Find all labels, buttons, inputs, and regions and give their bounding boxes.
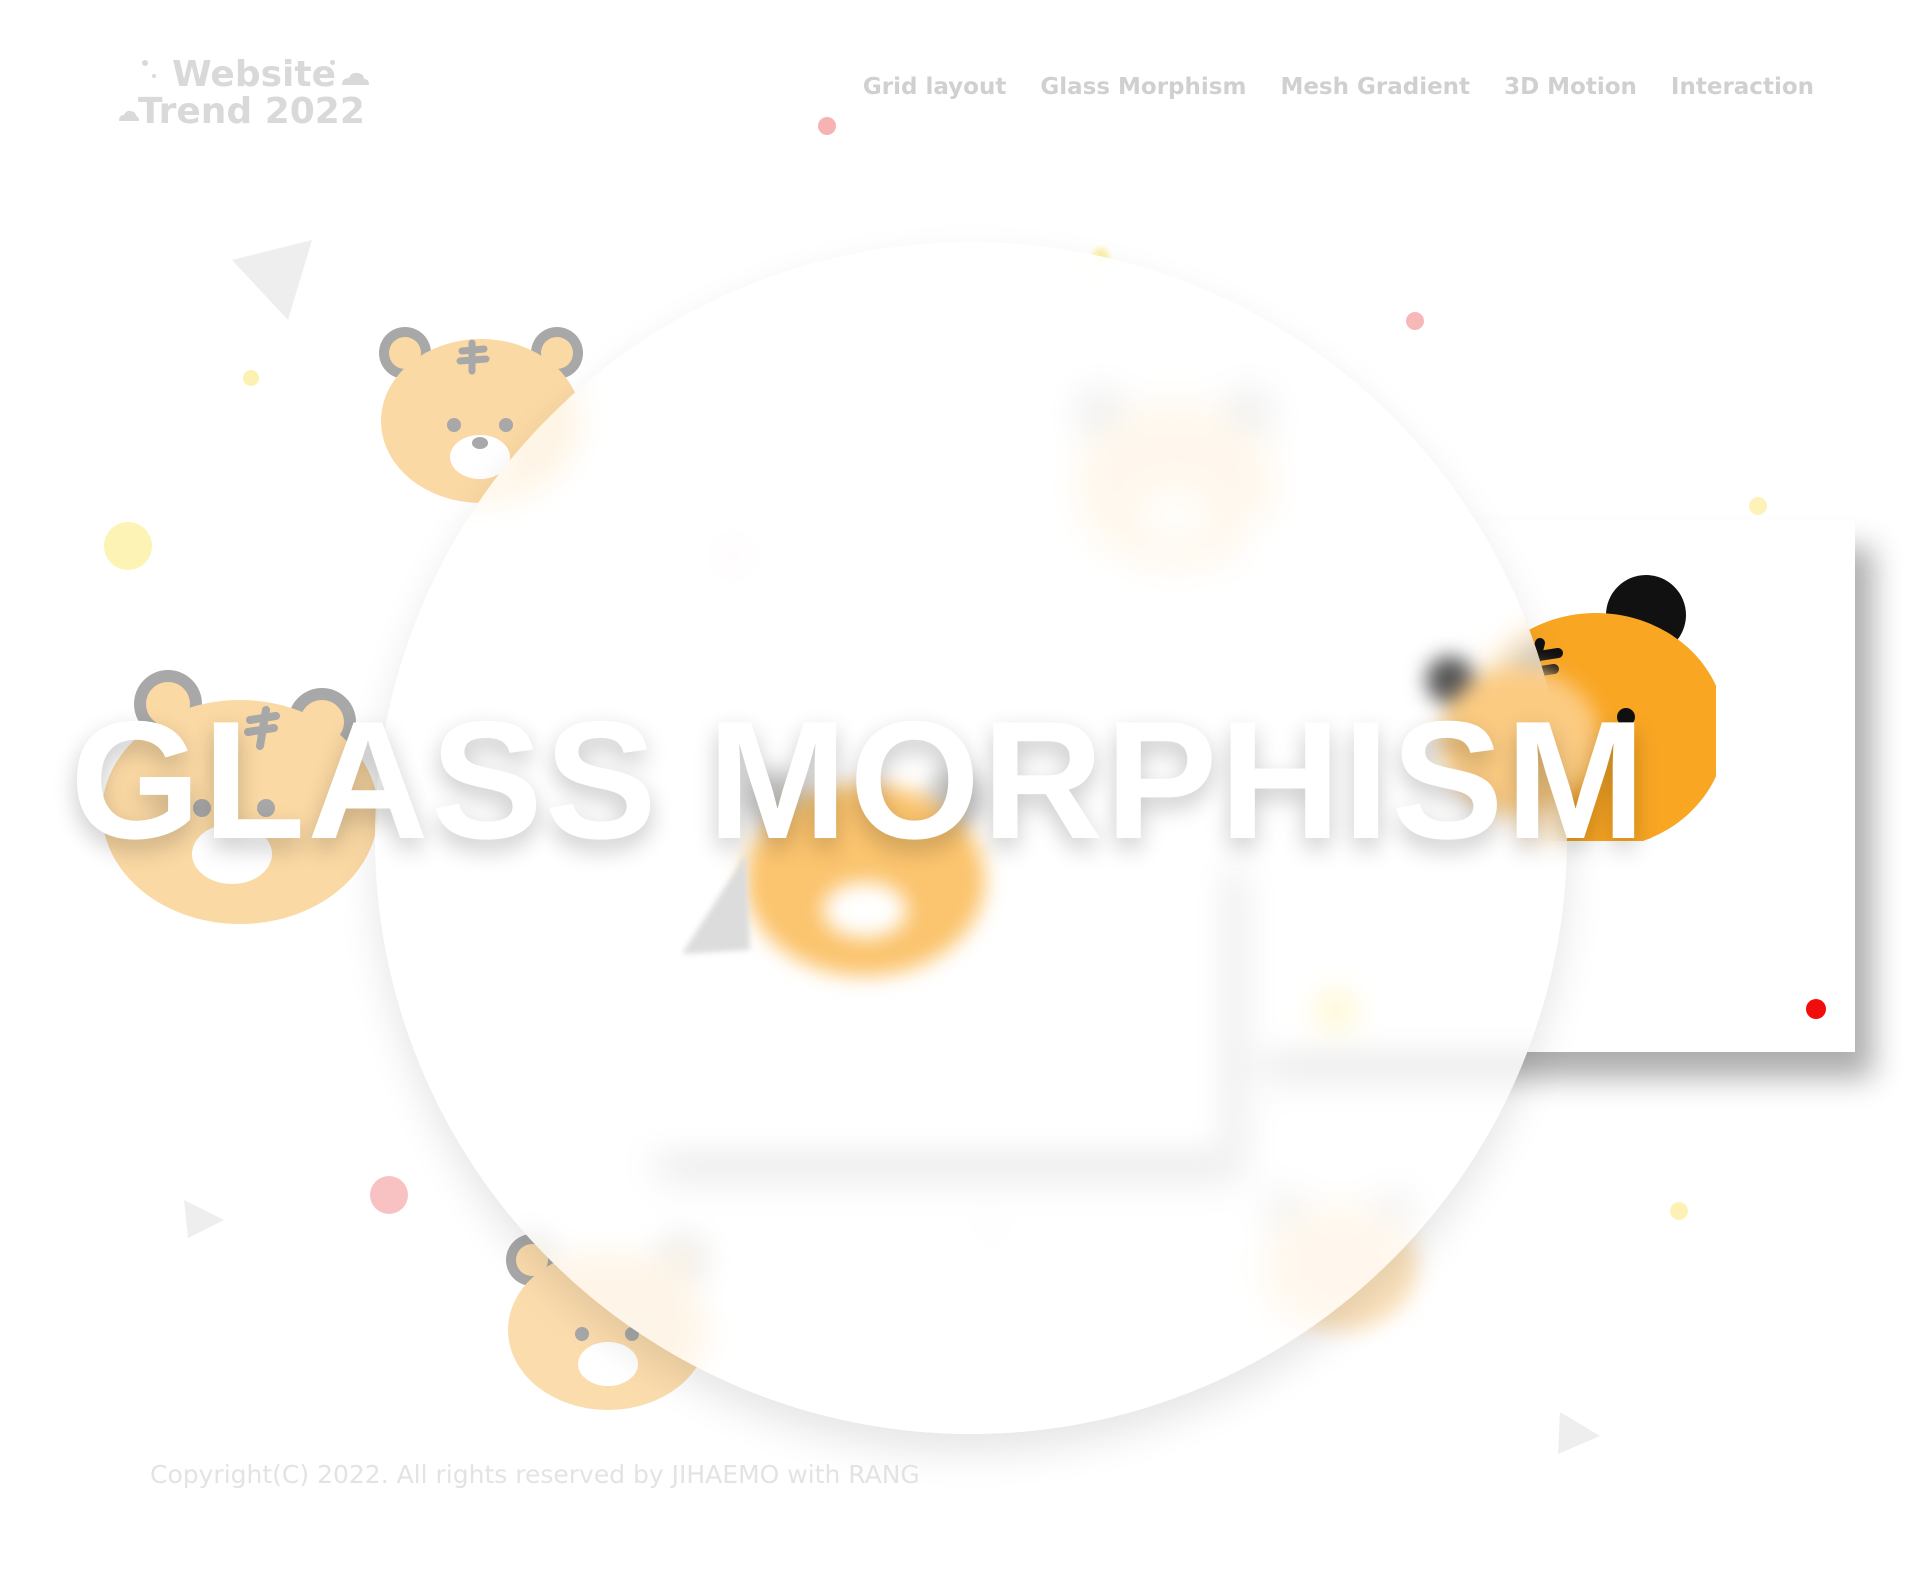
pink-dot-icon [1406,312,1424,330]
yellow-dot-icon [243,370,259,386]
triangle-shape-icon [184,1200,224,1238]
hero-headline: GLASS MORPHISM [70,686,1648,874]
pink-dot-icon [370,1176,408,1214]
main-nav: Grid layout Glass Morphism Mesh Gradient… [863,70,1814,104]
cloud-icon [119,110,139,121]
logo-line-1: Website [172,54,337,95]
page: Website Trend 2022 Grid layout Glass Mor… [0,0,1920,1575]
pink-dot-icon [818,117,836,135]
red-dot-icon [1806,999,1826,1019]
yellow-dot-icon [1670,1202,1688,1220]
nav-item-glass-morphism[interactable]: Glass Morphism [1040,70,1246,104]
nav-item-grid-layout[interactable]: Grid layout [863,70,1006,104]
triangle-shape-icon [232,240,312,320]
cloud-icon [342,72,369,85]
sparkle-icon [152,74,156,78]
yellow-dot-icon [1749,497,1767,515]
yellow-dot-icon [104,522,152,570]
nav-item-3d-motion[interactable]: 3D Motion [1504,70,1637,104]
logo-line-2: Trend 2022 [138,91,365,132]
sparkle-icon [142,60,148,66]
sparkle-icon [330,60,335,65]
site-logo[interactable]: Website Trend 2022 [118,52,378,142]
nav-item-mesh-gradient[interactable]: Mesh Gradient [1280,70,1470,104]
triangle-shape-icon [1558,1412,1600,1454]
footer-copyright: Copyright(C) 2022. All rights reserved b… [150,1460,920,1489]
nav-item-interaction[interactable]: Interaction [1671,70,1814,104]
